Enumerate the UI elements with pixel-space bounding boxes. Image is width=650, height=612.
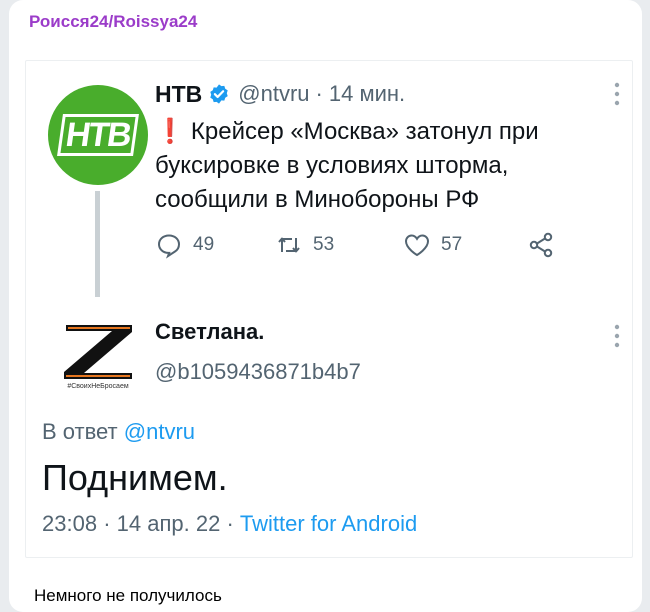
tweet2-meta: 23:08 · 14 апр. 22 · Twitter for Android: [42, 511, 417, 537]
reply-mention-link[interactable]: @ntvru: [124, 419, 195, 444]
alert-mark: ❗: [155, 118, 185, 145]
reply-context: В ответ @ntvru: [42, 419, 195, 445]
tweet1-time[interactable]: 14 мин.: [329, 81, 405, 107]
share-button[interactable]: [527, 231, 555, 259]
like-count: 57: [441, 234, 463, 255]
reply-icon: [157, 234, 181, 259]
z-symbol-icon: [64, 325, 132, 379]
meta-separator: ·: [103, 511, 111, 536]
channel-name[interactable]: Роисся24/Roissya24: [29, 12, 197, 32]
tweet1-actions: 49 53 57: [155, 231, 575, 263]
message-caption: Немного не получилось: [34, 586, 222, 605]
reply-button[interactable]: 49: [155, 231, 214, 259]
tweet1-header: НТВ @ntvru · 14 мин.: [155, 79, 405, 109]
tweet2-source-link[interactable]: Twitter for Android: [240, 511, 417, 536]
heart-icon: [404, 234, 430, 257]
user-avatar: #СвоихНеБросаем: [48, 319, 148, 399]
ntv-logo: НТВ: [57, 114, 139, 156]
more-vertical-icon[interactable]: [612, 323, 622, 349]
retweet-count: 53: [313, 234, 335, 255]
tweet1-author-name: НТВ: [155, 80, 203, 107]
message-bubble: Роисся24/Roissya24 НТВ НТВ @ntvru · 14 м…: [9, 0, 642, 612]
tweet1-separator: ·: [315, 81, 323, 106]
share-icon: [529, 232, 553, 258]
reply-prefix: В ответ: [42, 419, 118, 444]
ntv-avatar: НТВ: [48, 85, 148, 185]
like-button[interactable]: 57: [403, 231, 462, 259]
tweet1-handle[interactable]: @ntvru: [238, 81, 309, 107]
tweet1-body: Крейсер «Москва» затонул при буксировке …: [155, 118, 539, 213]
tweet2-time[interactable]: 23:08: [42, 511, 97, 536]
retweet-icon: [278, 237, 300, 253]
more-vertical-icon[interactable]: [612, 81, 622, 107]
thread-connector-line: [95, 191, 100, 297]
reply-count: 49: [193, 234, 215, 255]
tweet2-text: Поднимем.: [42, 457, 228, 498]
tweet1-text: ❗ Крейсер «Москва» затонул при буксировке…: [155, 115, 585, 217]
verified-badge-icon: [210, 84, 228, 104]
tweet-screenshot[interactable]: НТВ НТВ @ntvru · 14 мин. ❗ Крейсер «Москв…: [25, 60, 633, 558]
avatar-hashtag: #СвоихНеБросаем: [67, 383, 129, 390]
retweet-button[interactable]: 53: [275, 231, 334, 259]
meta-separator: ·: [226, 511, 234, 536]
tweet2-author-name[interactable]: Светлана.: [155, 319, 264, 345]
tweet2-handle[interactable]: @b1059436871b4b7: [155, 359, 361, 385]
tweet2-date[interactable]: 14 апр. 22: [117, 511, 221, 536]
